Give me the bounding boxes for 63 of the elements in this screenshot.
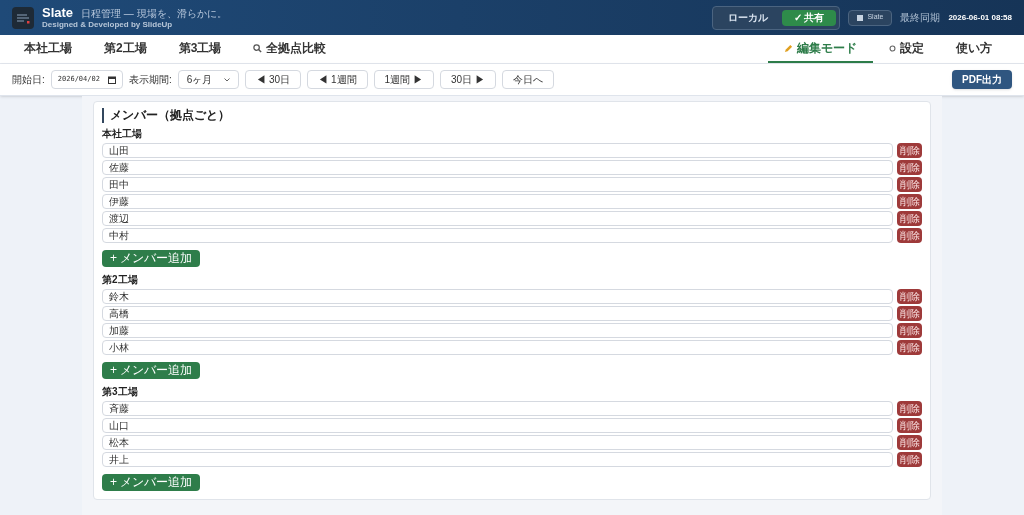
member-name-field[interactable]: 田中 xyxy=(102,177,893,192)
group-heading: 第2工場 xyxy=(102,274,139,286)
member-name-field[interactable]: 中村 xyxy=(102,228,893,243)
nav-tab[interactable]: 第3工場 xyxy=(162,35,238,63)
date-nav-button[interactable]: 1週間 ▶ xyxy=(373,70,434,89)
nav-tab[interactable]: 全拠点比較 xyxy=(237,35,343,63)
last-sync-time: 2026-06-01 08:58 xyxy=(948,11,1012,24)
delete-button[interactable]: 削除 xyxy=(897,289,922,304)
member-name-field[interactable]: 伊藤 xyxy=(102,194,893,209)
member-name-field[interactable]: 高橋 xyxy=(102,306,893,321)
member-name-field[interactable]: 山口 xyxy=(102,418,893,433)
member-name-field[interactable]: 松本 xyxy=(102,435,893,450)
delete-button[interactable]: 削除 xyxy=(897,143,922,158)
member-name-field[interactable]: 加藤 xyxy=(102,323,893,338)
group-heading: 第3工場 xyxy=(102,386,139,398)
delete-button[interactable]: 削除 xyxy=(897,211,922,226)
nav-tab[interactable]: 使い方 xyxy=(940,35,1008,63)
delete-button[interactable]: 削除 xyxy=(897,323,922,338)
search-icon xyxy=(253,43,263,53)
delete-button[interactable]: 削除 xyxy=(897,228,922,243)
date-nav-button[interactable]: ◀ 1週間 xyxy=(307,70,368,89)
delete-button[interactable]: 削除 xyxy=(897,306,922,321)
member-name-field[interactable]: 佐藤 xyxy=(102,160,893,175)
delete-button[interactable]: 削除 xyxy=(897,435,922,450)
chevron-icon xyxy=(224,77,231,82)
period-label: 表示期間: xyxy=(128,73,172,87)
mode-option[interactable]: ✓ 共有 xyxy=(781,9,837,26)
section-title: メンバー（拠点ごと） xyxy=(102,108,922,123)
date-nav-button[interactable]: ◀ 30日 xyxy=(245,70,302,89)
app-credit: Designed & Developed by SlideUp xyxy=(42,21,174,29)
logo-icon xyxy=(12,6,34,29)
date-nav-button[interactable]: 30日 ▶ xyxy=(439,70,496,89)
last-sync-label: 最終同期 xyxy=(900,11,941,25)
member-name-field[interactable]: 小林 xyxy=(102,340,893,355)
app-tagline: 日程管理 — 現場を、滑らかに。 xyxy=(81,9,227,19)
add-member-button[interactable]: + メンバー追加 xyxy=(102,361,201,379)
member-name-field[interactable]: 渡辺 xyxy=(102,211,893,226)
mode-option[interactable]: ローカル xyxy=(715,9,780,26)
member-name-field[interactable]: 山田 xyxy=(102,143,893,158)
delete-button[interactable]: 削除 xyxy=(897,401,922,416)
add-member-button[interactable]: + メンバー追加 xyxy=(102,473,201,491)
calendar-icon xyxy=(107,75,116,84)
delete-button[interactable]: 削除 xyxy=(897,160,922,175)
member-name-field[interactable]: 鈴木 xyxy=(102,289,893,304)
member-name-field[interactable]: 斉藤 xyxy=(102,401,893,416)
nav-tab[interactable]: 第2工場 xyxy=(88,35,163,63)
delete-button[interactable]: 削除 xyxy=(897,452,922,467)
delete-button[interactable]: 削除 xyxy=(897,340,922,355)
member-name-field[interactable]: 井上 xyxy=(102,452,893,467)
date-nav-button[interactable]: 今日へ xyxy=(501,70,554,89)
start-date-label: 開始日: xyxy=(12,73,45,87)
add-member-button[interactable]: + メンバー追加 xyxy=(102,249,201,267)
delete-button[interactable]: 削除 xyxy=(897,177,922,192)
pencil-icon xyxy=(784,43,793,53)
delete-button[interactable]: 削除 xyxy=(897,418,922,433)
nav-tab[interactable]: 設定 xyxy=(873,35,940,63)
settings-icon xyxy=(889,44,896,52)
period-select[interactable]: 6ヶ月 xyxy=(177,70,240,89)
nav-tab[interactable]: 本社工場 xyxy=(8,35,88,63)
group-heading: 本社工場 xyxy=(102,128,143,140)
app-name: Slate xyxy=(42,6,74,19)
delete-button[interactable]: 削除 xyxy=(897,194,922,209)
pdf-export-button[interactable]: PDF出力 xyxy=(952,70,1012,89)
